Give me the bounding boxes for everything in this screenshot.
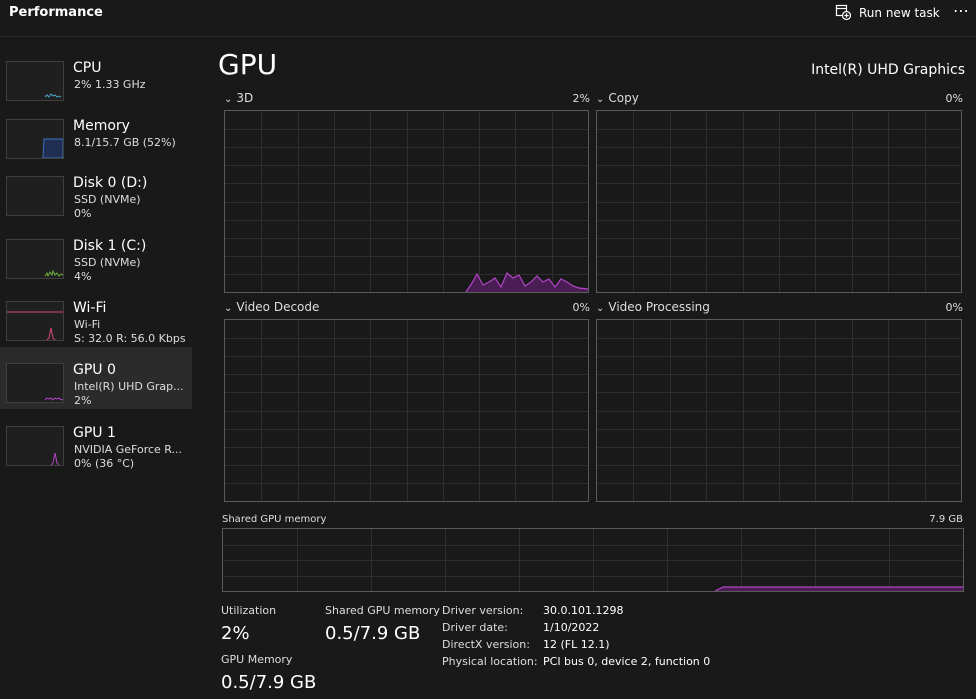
utilization-value: 2%	[221, 623, 250, 644]
shared-memory-usage-line	[714, 586, 963, 591]
graph-label: Copy	[608, 91, 639, 105]
graph-header-copy[interactable]: ⌄ Copy	[596, 91, 639, 105]
sidebar: CPU 2% 1.33 GHz Memory 8.1/15.7 GB (52%)…	[0, 36, 192, 699]
physical-location-label: Physical location:	[442, 655, 538, 668]
sidebar-item-disk-0[interactable]: Disk 0 (D:) SSD (NVMe) 0%	[0, 160, 192, 222]
graph-label: 3D	[236, 91, 254, 105]
run-task-label: Run new task	[859, 6, 940, 20]
cpu-thumbnail-graph	[6, 61, 64, 101]
gpu-memory-value: 0.5/7.9 GB	[221, 672, 317, 693]
disk-0-thumbnail-graph	[6, 176, 64, 216]
sidebar-item-gpu-1[interactable]: GPU 1 NVIDIA GeForce R... 0% (36 °C)	[0, 410, 192, 472]
utilization-label: Utilization	[221, 604, 277, 617]
shared-memory-graph-max: 7.9 GB	[929, 514, 963, 525]
grid	[225, 320, 588, 501]
graph-header-video-processing[interactable]: ⌄ Video Processing	[596, 300, 710, 314]
shared-memory-value: 0.5/7.9 GB	[325, 623, 421, 644]
sidebar-item-detail: SSD (NVMe)	[74, 193, 141, 206]
sidebar-item-detail: SSD (NVMe)	[74, 256, 141, 269]
sidebar-item-label: Wi-Fi	[73, 300, 107, 316]
sidebar-item-gpu-0[interactable]: GPU 0 Intel(R) UHD Grap... 2%	[0, 347, 192, 409]
page-title: Performance	[9, 5, 103, 20]
run-new-task-button[interactable]: Run new task	[835, 4, 940, 22]
sidebar-item-detail: NVIDIA GeForce R...	[74, 443, 183, 456]
physical-location-value: PCI bus 0, device 2, function 0	[543, 655, 711, 668]
gpu-0-thumbnail-graph	[6, 363, 64, 403]
graph-video-decode	[224, 319, 589, 502]
grid	[597, 320, 961, 501]
graph-percent: 0%	[572, 301, 590, 314]
driver-date-value: 1/10/2022	[543, 621, 600, 634]
graph-label: Video Decode	[236, 300, 320, 314]
graph-percent: 0%	[945, 301, 963, 314]
graph-3d	[224, 110, 589, 293]
chevron-down-icon: ⌄	[596, 303, 605, 314]
graph-header-3d[interactable]: ⌄ 3D	[224, 91, 253, 105]
directx-version-label: DirectX version:	[442, 638, 530, 651]
chevron-down-icon: ⌄	[224, 303, 233, 314]
directx-version-value: 12 (FL 12.1)	[543, 638, 610, 651]
more-options-button[interactable]: ⋯	[953, 1, 970, 20]
sidebar-item-label: Disk 1 (C:)	[73, 238, 147, 254]
chevron-down-icon: ⌄	[224, 94, 233, 105]
sidebar-item-usage: 4%	[74, 270, 92, 283]
driver-date-label: Driver date:	[442, 621, 508, 634]
sidebar-item-usage: S: 32.0 R: 56.0 Kbps	[74, 332, 186, 345]
sidebar-item-usage: 2%	[74, 394, 92, 407]
sidebar-item-disk-1[interactable]: Disk 1 (C:) SSD (NVMe) 4%	[0, 223, 192, 285]
sidebar-item-label: CPU	[73, 60, 102, 76]
sidebar-item-detail: 8.1/15.7 GB (52%)	[74, 136, 176, 149]
shared-memory-label: Shared GPU memory	[325, 604, 440, 617]
sidebar-item-label: GPU 1	[73, 425, 116, 441]
sidebar-item-usage: 0%	[74, 207, 92, 220]
driver-version-value: 30.0.101.1298	[543, 604, 624, 617]
gpu-1-thumbnail-graph	[6, 426, 64, 466]
graph-copy	[596, 110, 962, 293]
sidebar-item-detail: Intel(R) UHD Grap...	[74, 380, 184, 393]
run-task-icon	[835, 4, 852, 23]
sidebar-item-wifi[interactable]: Wi-Fi Wi-Fi S: 32.0 R: 56.0 Kbps	[0, 285, 192, 347]
graph-video-processing	[596, 319, 962, 502]
shared-memory-graph-label: Shared GPU memory	[222, 514, 327, 525]
sidebar-item-cpu[interactable]: CPU 2% 1.33 GHz	[0, 45, 192, 107]
main-title: GPU	[218, 48, 278, 81]
graph-header-video-decode[interactable]: ⌄ Video Decode	[224, 300, 319, 314]
shared-memory-graph	[222, 528, 964, 592]
sidebar-item-detail: 2% 1.33 GHz	[74, 78, 146, 91]
sidebar-item-label: GPU 0	[73, 362, 116, 378]
chevron-down-icon: ⌄	[596, 94, 605, 105]
graph-percent: 0%	[945, 92, 963, 105]
disk-1-thumbnail-graph	[6, 239, 64, 279]
graph-percent: 2%	[572, 92, 590, 105]
sidebar-item-usage: 0% (36 °C)	[74, 457, 135, 470]
sidebar-item-detail: Wi-Fi	[74, 318, 101, 331]
wifi-thumbnail-graph	[6, 301, 64, 341]
title-bar: Performance Run new task ⋯	[0, 0, 976, 37]
sidebar-item-label: Memory	[73, 118, 130, 134]
sidebar-item-label: Disk 0 (D:)	[73, 175, 148, 191]
gpu-memory-label: GPU Memory	[221, 653, 293, 666]
sidebar-item-memory[interactable]: Memory 8.1/15.7 GB (52%)	[0, 103, 192, 165]
driver-version-label: Driver version:	[442, 604, 524, 617]
grid	[597, 111, 961, 292]
memory-thumbnail-graph	[6, 119, 64, 159]
adapter-name: Intel(R) UHD Graphics	[811, 62, 965, 78]
3d-usage-line	[465, 272, 588, 292]
graph-label: Video Processing	[608, 300, 710, 314]
